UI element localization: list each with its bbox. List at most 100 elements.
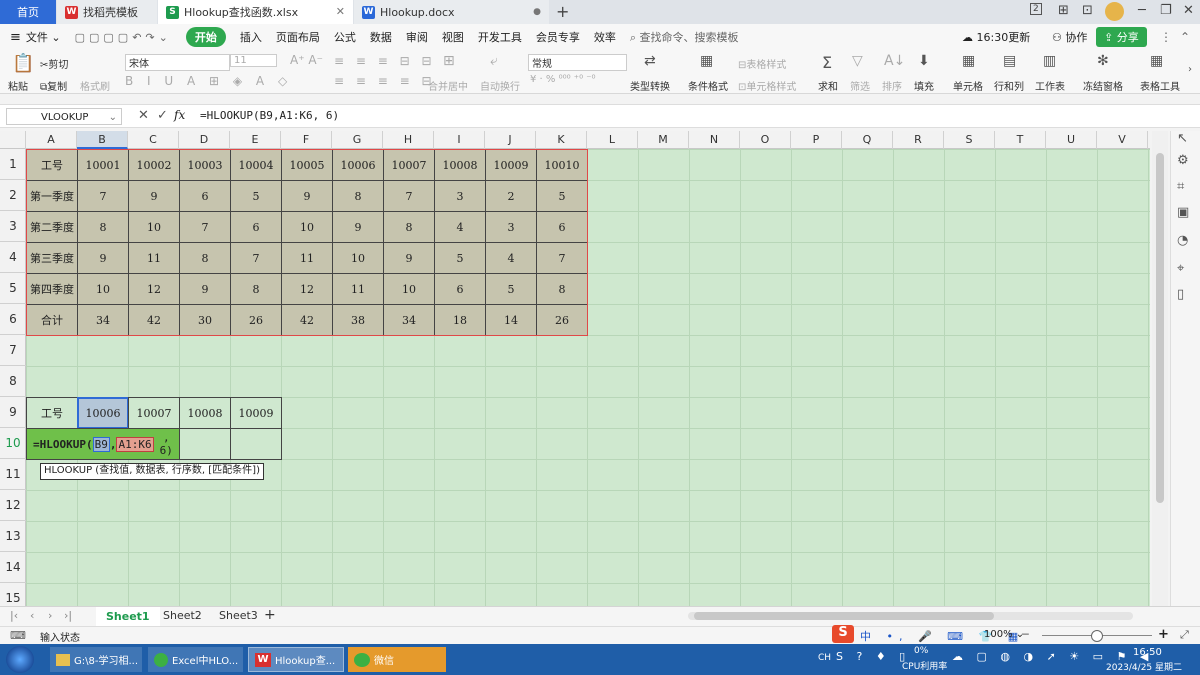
column-header[interactable]: H <box>383 131 434 149</box>
cut-button[interactable]: ✂剪切 <box>40 56 68 71</box>
table-cell[interactable]: 第一季度 <box>26 180 78 212</box>
merge-icon[interactable]: ⊞ <box>443 53 455 69</box>
table-cell[interactable]: 3 <box>485 211 537 243</box>
row-header[interactable]: 2 <box>0 180 26 211</box>
table-cell[interactable]: 12 <box>281 273 333 305</box>
table-cell[interactable]: 26 <box>230 304 282 336</box>
sheet-tab-1[interactable]: Sheet1 <box>96 607 160 628</box>
column-header[interactable]: J <box>485 131 536 149</box>
formula-input[interactable]: =HLOOKUP(B9,A1:K6, 6) <box>200 109 339 122</box>
tab-xlsx[interactable]: S Hlookup查找函数.xlsx ✕ <box>158 0 353 24</box>
empty-cell[interactable] <box>230 428 282 460</box>
row-header[interactable]: 11 <box>0 459 26 490</box>
collab-button[interactable]: ⚇ 协作 <box>1052 29 1087 45</box>
cancel-formula-icon[interactable]: ✕ <box>138 108 149 123</box>
row-header[interactable]: 10 <box>0 428 26 459</box>
column-header[interactable]: R <box>893 131 944 149</box>
cell-style-button[interactable]: ⊡单元格样式 <box>738 78 796 93</box>
row-header[interactable]: 4 <box>0 242 26 273</box>
cloud-update[interactable]: ☁ 16:30更新 <box>962 29 1030 45</box>
font-name-select[interactable]: 宋体 <box>125 54 230 71</box>
column-header[interactable]: A <box>26 131 77 149</box>
freeze-icon[interactable]: ✻ <box>1097 53 1109 69</box>
command-search[interactable]: ⌕ 查找命令、搜索模板 <box>630 29 739 45</box>
cell-button[interactable]: 单元格 <box>953 78 983 93</box>
table-cell[interactable]: 9 <box>128 180 180 212</box>
table-cell[interactable]: 8 <box>77 211 129 243</box>
table-cell[interactable]: 9 <box>179 273 231 305</box>
table-cell[interactable]: 10002 <box>128 149 180 181</box>
table-cell[interactable]: 10 <box>383 273 435 305</box>
menu-grid-icon[interactable]: ⊡ <box>1082 3 1093 18</box>
collapse-ribbon-icon[interactable]: ⌃ <box>1180 30 1190 44</box>
table-cell[interactable]: 2 <box>485 180 537 212</box>
column-header[interactable]: Q <box>842 131 893 149</box>
prev-sheet-icon[interactable]: ‹ <box>30 609 34 622</box>
taskbar-item-explorer[interactable]: G:\8-学习相... <box>50 647 142 672</box>
row-header[interactable]: 6 <box>0 304 26 335</box>
cell-icon[interactable]: ▦ <box>962 53 975 69</box>
menu-data[interactable]: 数据 <box>370 29 392 45</box>
column-header[interactable]: F <box>281 131 332 149</box>
column-header[interactable]: B <box>77 131 128 149</box>
grid-view-icon[interactable]: ⊞ <box>1058 3 1069 18</box>
start-button[interactable] <box>6 646 34 673</box>
lookup-cell[interactable]: 工号 <box>26 397 78 429</box>
table-cell[interactable]: 38 <box>332 304 384 336</box>
rowcol-icon[interactable]: ▤ <box>1003 53 1016 69</box>
dot-icon[interactable]: ● <box>533 7 541 17</box>
lookup-cell[interactable]: 10008 <box>179 397 231 429</box>
table-cell[interactable]: 5 <box>434 242 486 274</box>
table-cell[interactable]: 10 <box>332 242 384 274</box>
table-cell[interactable]: 11 <box>332 273 384 305</box>
worksheet-icon[interactable]: ▥ <box>1043 53 1056 69</box>
table-cell[interactable]: 10005 <box>281 149 333 181</box>
lookup-cell[interactable]: 10007 <box>128 397 180 429</box>
table-cell[interactable]: 10004 <box>230 149 282 181</box>
hamburger-icon[interactable]: ≡ <box>10 30 21 45</box>
number-format-icons[interactable]: ¥ · % ⁰⁰⁰ ⁺⁰ ⁻⁰ <box>530 74 596 85</box>
insert-function-icon[interactable]: fx <box>174 108 185 122</box>
pointer-icon[interactable]: ↖ <box>1177 131 1188 146</box>
ime-indicator[interactable]: CH <box>818 653 831 663</box>
lookup-value-cell[interactable]: 10006 <box>77 397 129 429</box>
column-header[interactable]: K <box>536 131 587 149</box>
select-all-corner[interactable] <box>0 131 26 149</box>
menu-start[interactable]: 开始 <box>185 27 226 47</box>
table-cell[interactable]: 5 <box>230 180 282 212</box>
image-icon[interactable]: ▣ <box>1177 205 1189 220</box>
next-sheet-icon[interactable]: › <box>48 609 52 622</box>
taskbar-item-wechat[interactable]: 微信 <box>348 647 446 672</box>
table-cell[interactable]: 第四季度 <box>26 273 78 305</box>
sort-icon[interactable]: A↓ <box>884 53 905 69</box>
new-tab-button[interactable]: + <box>556 2 569 21</box>
freeze-panes-button[interactable]: 冻结窗格 <box>1083 78 1123 93</box>
menu-file[interactable]: 文件 ⌄ <box>26 29 61 45</box>
wrap-text-button[interactable]: 自动换行 <box>480 78 520 93</box>
column-header[interactable]: L <box>587 131 638 149</box>
tray-icons-left[interactable]: S ? ♦ ▯ <box>836 650 910 663</box>
editing-cell[interactable]: =HLOOKUP(B9, A1:K6 , 6) <box>26 428 180 460</box>
table-cell[interactable]: 7 <box>77 180 129 212</box>
merge-center-button[interactable]: 合并居中 <box>428 78 468 93</box>
column-header[interactable]: D <box>179 131 230 149</box>
column-header[interactable]: E <box>230 131 281 149</box>
menu-review[interactable]: 审阅 <box>406 29 428 45</box>
row-header[interactable]: 1 <box>0 149 26 180</box>
table-cell[interactable]: 10 <box>128 211 180 243</box>
row-header[interactable]: 9 <box>0 397 26 428</box>
crop-icon[interactable]: ⌗ <box>1177 179 1184 194</box>
font-style-icons[interactable]: B I U A ⊞ ◈ A ◇ <box>125 74 292 88</box>
zoom-slider-handle[interactable] <box>1091 630 1103 642</box>
paste-button[interactable]: 粘贴 <box>8 78 28 93</box>
tab-home[interactable]: 首页 <box>0 0 56 24</box>
table-cell[interactable]: 7 <box>383 180 435 212</box>
more-icon[interactable]: ⋮ <box>1160 30 1172 44</box>
table-cell[interactable]: 11 <box>281 242 333 274</box>
font-size-select[interactable]: 11 <box>230 54 277 67</box>
font-grow-icon[interactable]: A⁺ A⁻ <box>290 53 323 67</box>
table-cell[interactable]: 10008 <box>434 149 486 181</box>
minimize-icon[interactable]: ─ <box>1138 3 1146 18</box>
table-cell[interactable]: 10006 <box>332 149 384 181</box>
table-cell[interactable]: 5 <box>485 273 537 305</box>
